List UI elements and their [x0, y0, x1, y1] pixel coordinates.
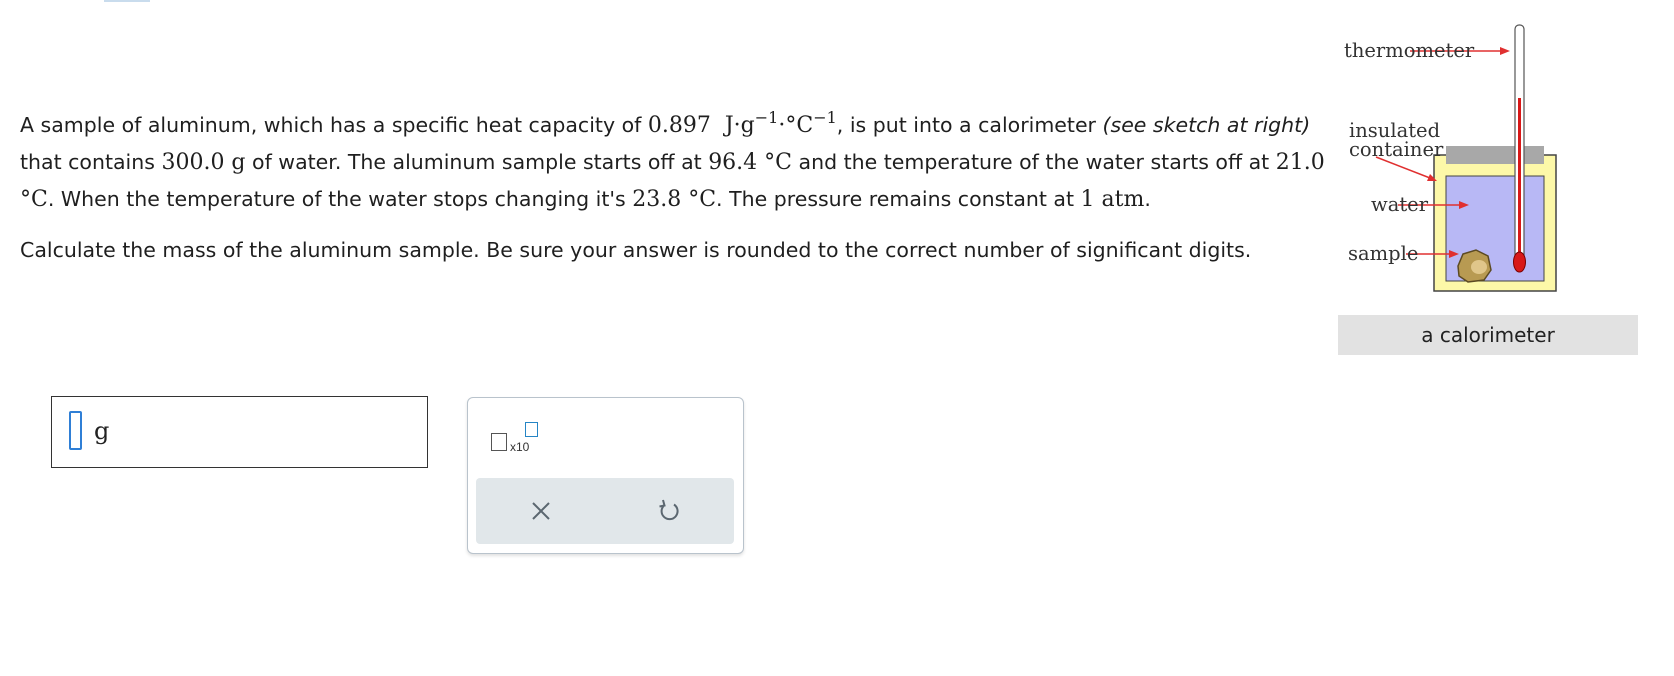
sci-notation-label: x10: [510, 440, 530, 454]
sci-notation-exponent-box-icon: [525, 422, 538, 437]
label-water: water: [1371, 193, 1429, 216]
problem-statement: A sample of aluminum, which has a specif…: [20, 107, 1330, 268]
problem-text: . When the temperature of the water stop…: [47, 187, 633, 211]
problem-text: and the temperature of the water starts …: [792, 150, 1276, 174]
label-sample: sample: [1348, 242, 1419, 265]
thermometer-bulb: [1513, 251, 1526, 273]
math-tool-panel: x10: [467, 397, 744, 554]
specific-heat-exponent-2: −1: [813, 108, 837, 127]
figure-caption: a calorimeter: [1338, 315, 1638, 355]
problem-text: . The pressure remains constant at: [716, 187, 1081, 211]
final-temperature-value: 23.8 °C: [632, 187, 717, 212]
water-mass-value: 300.0 g: [161, 150, 246, 175]
clear-button[interactable]: [526, 496, 556, 526]
question-text: Calculate the mass of the aluminum sampl…: [20, 238, 1252, 262]
thermometer-mercury: [1518, 98, 1521, 258]
undo-button[interactable]: [654, 496, 684, 526]
close-icon: [532, 502, 550, 520]
calorimeter-figure: thermometer insulated container water sa…: [1338, 18, 1638, 358]
answer-input[interactable]: g: [51, 396, 428, 468]
top-tab-indicator: [104, 0, 150, 2]
answer-cursor[interactable]: [69, 411, 82, 450]
specific-heat-unit-c: ·°C: [778, 113, 814, 138]
problem-text: A sample of aluminum, which has a specif…: [20, 113, 648, 137]
sample-highlight: [1471, 260, 1487, 274]
specific-heat-number: 0.897: [647, 113, 711, 138]
label-container: container: [1349, 138, 1444, 161]
undo-icon: [659, 499, 679, 521]
problem-text: .: [1144, 187, 1151, 211]
thermometer-arrowhead: [1500, 47, 1510, 55]
label-thermometer: thermometer: [1344, 39, 1475, 62]
scientific-notation-button[interactable]: x10: [488, 420, 546, 460]
problem-paragraph: A sample of aluminum, which has a specif…: [20, 107, 1330, 218]
sci-notation-base-box-icon: [491, 433, 507, 451]
specific-heat-exponent-1: −1: [754, 108, 779, 127]
container-lid: [1446, 146, 1544, 164]
pressure-value: 1 atm: [1080, 187, 1145, 212]
problem-text: that contains: [20, 150, 162, 174]
sketch-reference: (see sketch at right): [1102, 113, 1311, 137]
problem-text: of water. The aluminum sample starts off…: [245, 150, 709, 174]
action-bar: [476, 478, 734, 544]
answer-unit: g: [94, 417, 110, 445]
aluminum-temperature-value: 96.4 °C: [708, 150, 792, 175]
problem-text: , is put into a calorimeter: [836, 113, 1103, 137]
specific-heat-unit-jg: J·g: [724, 113, 755, 138]
specific-heat-value: 0.897 J·g−1·°C−1: [647, 110, 837, 139]
